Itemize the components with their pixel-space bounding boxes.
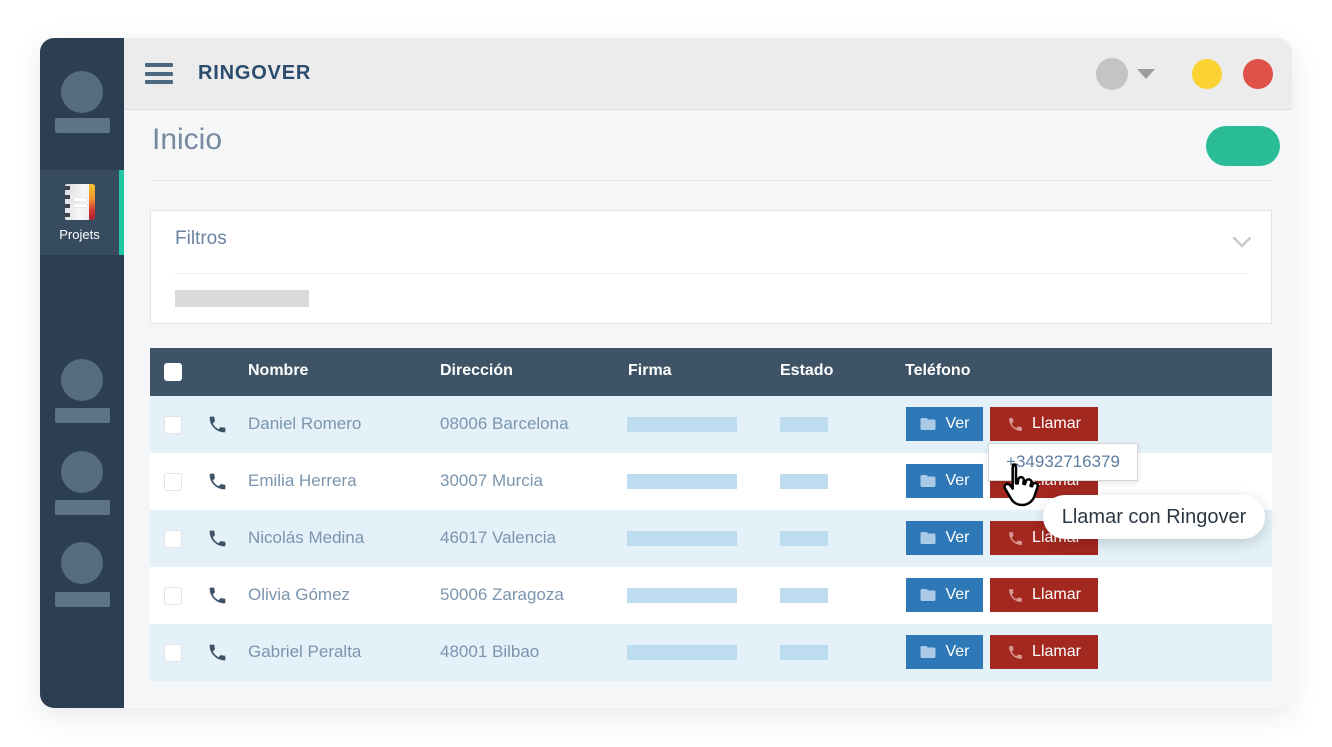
column-header-estado[interactable]: Estado (780, 362, 833, 380)
sidebar-item-placeholder-avatar[interactable] (61, 359, 103, 401)
firma-placeholder (627, 588, 737, 603)
row-checkbox[interactable] (164, 644, 182, 662)
view-button[interactable]: Ver (906, 635, 983, 669)
column-header-firma[interactable]: Firma (628, 362, 672, 380)
filters-panel: Filtros (150, 210, 1272, 324)
topbar-right-group (1096, 58, 1273, 90)
desktop-background: Projets RINGOVER (0, 0, 1332, 747)
contact-name: Gabriel Peralta (248, 642, 361, 662)
contact-name: Emilia Herrera (248, 471, 357, 491)
select-all-checkbox[interactable] (164, 363, 182, 381)
page-title: Inicio (152, 123, 222, 157)
sidebar: Projets (40, 38, 124, 708)
brand-logo: RINGOVER (198, 62, 311, 85)
column-header-telefono[interactable]: Teléfono (905, 362, 970, 380)
yellow-status-dot[interactable] (1192, 59, 1222, 89)
pointer-hand-cursor (996, 462, 1040, 512)
folder-icon (919, 586, 937, 604)
column-header-nombre[interactable]: Nombre (248, 362, 308, 380)
red-status-dot[interactable] (1243, 59, 1273, 89)
view-button[interactable]: Ver (906, 578, 983, 612)
phone-icon (207, 414, 228, 435)
estado-placeholder (780, 474, 828, 489)
green-toggle-pill[interactable] (1206, 126, 1280, 166)
folder-icon (919, 529, 937, 547)
filters-title[interactable]: Filtros (175, 228, 227, 250)
row-checkbox[interactable] (164, 530, 182, 548)
main-column: RINGOVER Inicio Filtros (124, 38, 1292, 708)
folder-icon (919, 472, 937, 490)
firma-placeholder (627, 531, 737, 546)
view-button[interactable]: Ver (906, 521, 983, 555)
estado-placeholder (780, 588, 828, 603)
view-button[interactable]: Ver (906, 407, 983, 441)
phone-icon (207, 585, 228, 606)
contact-address: 46017 Valencia (440, 528, 556, 548)
contact-name: Daniel Romero (248, 414, 361, 434)
sidebar-item-placeholder-label (55, 592, 110, 607)
folder-icon (919, 415, 937, 433)
estado-placeholder (780, 645, 828, 660)
phone-icon (207, 471, 228, 492)
caret-down-icon[interactable] (1137, 69, 1155, 79)
call-button[interactable]: Llamar (990, 407, 1098, 441)
sidebar-item-placeholder-avatar[interactable] (61, 71, 103, 113)
phone-icon (1007, 416, 1024, 433)
phone-icon (207, 642, 228, 663)
row-checkbox[interactable] (164, 473, 182, 491)
sidebar-item-placeholder-avatar[interactable] (61, 451, 103, 493)
filter-placeholder-bar (175, 290, 309, 307)
column-header-direccion[interactable]: Dirección (440, 362, 513, 380)
phone-icon (207, 528, 228, 549)
phone-icon (1007, 644, 1024, 661)
row-checkbox[interactable] (164, 416, 182, 434)
phone-icon (1007, 587, 1024, 604)
table-header: Nombre Dirección Firma Estado Teléfono (150, 348, 1272, 396)
folder-icon (919, 643, 937, 661)
contact-name: Olivia Gómez (248, 585, 350, 605)
table-row: Gabriel Peralta 48001 Bilbao Ver Llamar (150, 624, 1272, 681)
content-area: Inicio Filtros Nombre (124, 110, 1292, 708)
firma-placeholder (627, 474, 737, 489)
table-row: Olivia Gómez 50006 Zaragoza Ver Llamar (150, 567, 1272, 624)
sidebar-item-projets[interactable]: Projets (40, 170, 124, 255)
tooltip-text: Llamar con Ringover (1062, 506, 1247, 529)
contact-address: 08006 Barcelona (440, 414, 569, 434)
title-divider (152, 180, 1272, 181)
call-button[interactable]: Llamar (990, 578, 1098, 612)
sidebar-item-placeholder-label (55, 118, 110, 133)
sidebar-item-placeholder-label (55, 408, 110, 423)
user-avatar[interactable] (1096, 58, 1128, 90)
estado-placeholder (780, 417, 828, 432)
view-button[interactable]: Ver (906, 464, 983, 498)
contact-address: 30007 Murcia (440, 471, 543, 491)
sidebar-item-label: Projets (59, 227, 99, 242)
filters-divider (175, 273, 1247, 274)
sidebar-item-placeholder-label (55, 500, 110, 515)
chevron-down-icon[interactable] (1233, 235, 1251, 253)
firma-placeholder (627, 645, 737, 660)
call-button[interactable]: Llamar (990, 635, 1098, 669)
app-window: Projets RINGOVER (40, 38, 1292, 708)
contacts-book-icon (65, 184, 95, 220)
hamburger-menu-icon[interactable] (145, 59, 173, 89)
phone-icon (1007, 530, 1024, 547)
row-checkbox[interactable] (164, 587, 182, 605)
firma-placeholder (627, 417, 737, 432)
contact-address: 48001 Bilbao (440, 642, 539, 662)
estado-placeholder (780, 531, 828, 546)
contact-address: 50006 Zaragoza (440, 585, 564, 605)
topbar: RINGOVER (124, 38, 1292, 110)
sidebar-item-placeholder-avatar[interactable] (61, 542, 103, 584)
contact-name: Nicolás Medina (248, 528, 364, 548)
call-with-ringover-tooltip: Llamar con Ringover (1043, 495, 1265, 539)
